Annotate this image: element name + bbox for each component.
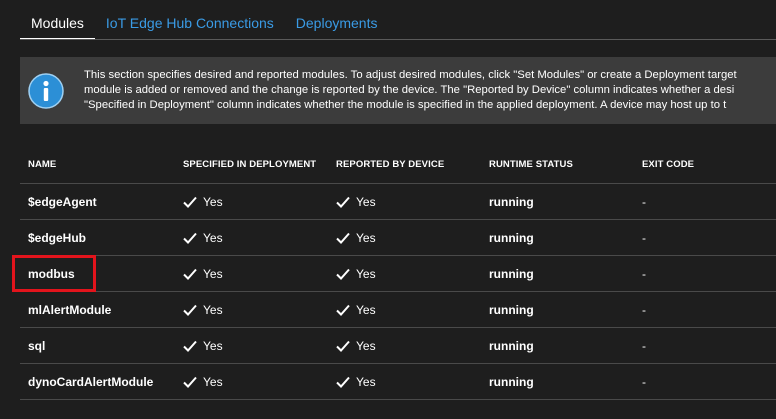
info-line: module is added or removed and the chang… <box>84 84 735 96</box>
checkmark-icon <box>183 304 197 316</box>
table-row[interactable]: sql Yes Yes running - <box>20 328 776 364</box>
tab-modules[interactable]: Modules <box>20 15 95 40</box>
checkmark-icon <box>336 268 350 280</box>
tab-divider <box>20 39 776 40</box>
column-header-specified[interactable]: SPECIFIED IN DEPLOYMENT <box>183 146 316 183</box>
specified-cell: Yes <box>183 364 223 399</box>
info-banner: This section specifies desired and repor… <box>20 57 776 124</box>
exit-code-value: - <box>642 266 646 281</box>
runtime-status-cell: running <box>489 328 534 363</box>
module-name-cell: sql <box>28 328 45 363</box>
exit-code-value: - <box>642 194 646 209</box>
runtime-status-value: running <box>489 230 534 245</box>
runtime-status-value: running <box>489 266 534 281</box>
reported-value: Yes <box>356 230 376 245</box>
specified-value: Yes <box>203 338 223 353</box>
table-row[interactable]: modbus Yes Yes running - <box>20 256 776 292</box>
exit-code-value: - <box>642 302 646 317</box>
module-name-cell: $edgeAgent <box>28 184 97 219</box>
reported-value: Yes <box>356 338 376 353</box>
checkmark-icon <box>183 340 197 352</box>
reported-value: Yes <box>356 194 376 209</box>
specified-value: Yes <box>203 374 223 389</box>
specified-cell: Yes <box>183 256 223 291</box>
modules-table: NAME SPECIFIED IN DEPLOYMENT REPORTED BY… <box>20 146 776 400</box>
specified-value: Yes <box>203 266 223 281</box>
module-name-link[interactable]: mlAlertModule <box>28 303 111 317</box>
tab-iot-edge-hub-connections[interactable]: IoT Edge Hub Connections <box>95 15 285 40</box>
runtime-status-cell: running <box>489 184 534 219</box>
checkmark-icon <box>336 304 350 316</box>
specified-cell: Yes <box>183 220 223 255</box>
exit-code-value: - <box>642 374 646 389</box>
reported-cell: Yes <box>336 256 376 291</box>
module-name-cell: mlAlertModule <box>28 292 111 327</box>
runtime-status-cell: running <box>489 220 534 255</box>
runtime-status-cell: running <box>489 364 534 399</box>
exit-code-cell: - <box>642 220 646 255</box>
highlight-box <box>12 255 96 292</box>
specified-value: Yes <box>203 230 223 245</box>
column-header-reported[interactable]: REPORTED BY DEVICE <box>336 146 444 183</box>
exit-code-cell: - <box>642 256 646 291</box>
table-row[interactable]: mlAlertModule Yes Yes running - <box>20 292 776 328</box>
reported-cell: Yes <box>336 328 376 363</box>
specified-value: Yes <box>203 194 223 209</box>
exit-code-cell: - <box>642 292 646 327</box>
exit-code-value: - <box>642 230 646 245</box>
reported-value: Yes <box>356 374 376 389</box>
table-row[interactable]: $edgeAgent Yes Yes running - <box>20 184 776 220</box>
runtime-status-value: running <box>489 302 534 317</box>
reported-cell: Yes <box>336 292 376 327</box>
column-header-name[interactable]: NAME <box>28 146 56 183</box>
runtime-status-cell: running <box>489 292 534 327</box>
module-name-link[interactable]: $edgeAgent <box>28 195 97 209</box>
tab-deployments[interactable]: Deployments <box>285 15 389 40</box>
info-icon <box>28 73 64 109</box>
reported-value: Yes <box>356 266 376 281</box>
info-line: "Specified in Deployment" column indicat… <box>84 99 727 111</box>
checkmark-icon <box>336 376 350 388</box>
reported-cell: Yes <box>336 364 376 399</box>
checkmark-icon <box>336 232 350 244</box>
table-row[interactable]: dynoCardAlertModule Yes Yes running - <box>20 364 776 400</box>
exit-code-cell: - <box>642 364 646 399</box>
checkmark-icon <box>183 196 197 208</box>
specified-cell: Yes <box>183 328 223 363</box>
column-header-exit-code[interactable]: EXIT CODE <box>642 146 694 183</box>
specified-cell: Yes <box>183 292 223 327</box>
checkmark-icon <box>183 268 197 280</box>
column-header-runtime-status[interactable]: RUNTIME STATUS <box>489 146 573 183</box>
checkmark-icon <box>336 196 350 208</box>
reported-cell: Yes <box>336 184 376 219</box>
checkmark-icon <box>183 376 197 388</box>
runtime-status-value: running <box>489 374 534 389</box>
module-name-cell: $edgeHub <box>28 220 86 255</box>
module-name-cell: dynoCardAlertModule <box>28 364 153 399</box>
table-row[interactable]: $edgeHub Yes Yes running - <box>20 220 776 256</box>
module-name-link[interactable]: dynoCardAlertModule <box>28 375 153 389</box>
module-name-link[interactable]: $edgeHub <box>28 231 86 245</box>
info-text: This section specifies desired and repor… <box>84 68 776 113</box>
checkmark-icon <box>183 232 197 244</box>
reported-cell: Yes <box>336 220 376 255</box>
table-header: NAME SPECIFIED IN DEPLOYMENT REPORTED BY… <box>20 146 776 184</box>
tab-bar: Modules IoT Edge Hub Connections Deploym… <box>20 8 388 40</box>
exit-code-cell: - <box>642 184 646 219</box>
specified-cell: Yes <box>183 184 223 219</box>
runtime-status-value: running <box>489 338 534 353</box>
checkmark-icon <box>336 340 350 352</box>
reported-value: Yes <box>356 302 376 317</box>
specified-value: Yes <box>203 302 223 317</box>
exit-code-value: - <box>642 338 646 353</box>
exit-code-cell: - <box>642 328 646 363</box>
runtime-status-cell: running <box>489 256 534 291</box>
info-line: This section specifies desired and repor… <box>84 69 737 81</box>
module-name-link[interactable]: sql <box>28 339 45 353</box>
runtime-status-value: running <box>489 194 534 209</box>
